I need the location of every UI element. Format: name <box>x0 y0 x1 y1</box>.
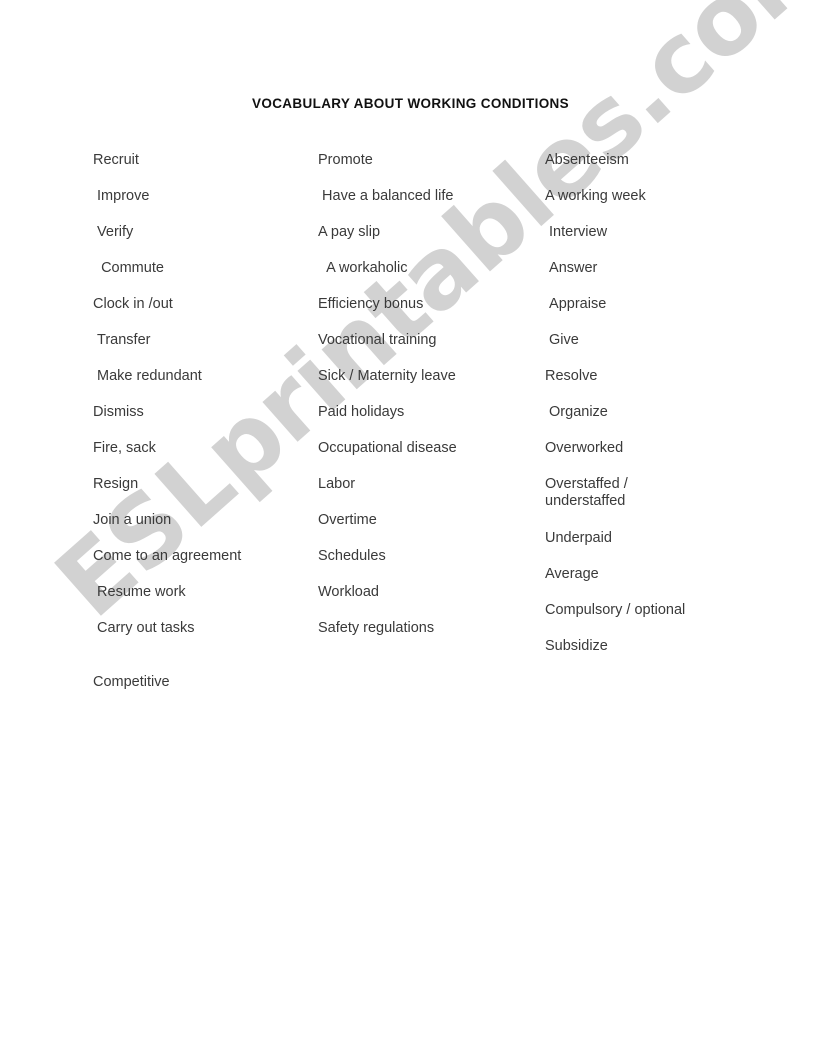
vocabulary-item: A pay slip <box>318 224 381 240</box>
vocabulary-item: Occupational disease <box>318 440 457 456</box>
vocabulary-column-1: Recruit Improve Verify Commute Clock in /… <box>93 152 308 710</box>
vocabulary-item: Resume work <box>93 584 186 600</box>
vocabulary-item: Join a union <box>93 512 172 528</box>
worksheet-page: ESLprintables.com VOCABULARY ABOUT WORKI… <box>0 0 821 1062</box>
vocabulary-item: Give <box>545 332 579 348</box>
vocabulary-item: Sick / Maternity leave <box>318 368 456 384</box>
vocabulary-column-2: Promote Have a balanced life A pay slip A… <box>318 152 533 656</box>
vocabulary-item: Recruit <box>93 152 139 168</box>
vocabulary-item: A working week <box>545 188 646 204</box>
vocabulary-item: Resolve <box>545 368 598 384</box>
vocabulary-item: Interview <box>545 224 608 240</box>
vocabulary-column-3: Absenteeism A working week Interview Answ… <box>545 152 745 674</box>
vocabulary-item: Vocational training <box>318 332 437 348</box>
vocabulary-item: Underpaid <box>545 530 612 546</box>
vocabulary-item: Competitive <box>93 674 170 690</box>
vocabulary-item: Transfer <box>93 332 151 348</box>
vocabulary-item: Carry out tasks <box>93 620 195 636</box>
vocabulary-item: Absenteeism <box>545 152 629 168</box>
vocabulary-item: Overstaffed / understaffed <box>545 476 628 509</box>
vocabulary-item: Safety regulations <box>318 620 435 636</box>
vocabulary-item: Labor <box>318 476 356 492</box>
vocabulary-item: Schedules <box>318 548 386 564</box>
page-title: VOCABULARY ABOUT WORKING CONDITIONS <box>252 96 569 111</box>
vocabulary-item: Organize <box>545 404 608 420</box>
vocabulary-item: Make redundant <box>93 368 202 384</box>
vocabulary-item: Verify <box>93 224 134 240</box>
vocabulary-item: Compulsory / optional <box>545 602 686 618</box>
vocabulary-item: Come to an agreement <box>93 548 242 564</box>
vocabulary-item: Appraise <box>545 296 607 312</box>
vocabulary-item: Promote <box>318 152 373 168</box>
vocabulary-item: Overworked <box>545 440 624 456</box>
vocabulary-item: Improve <box>93 188 150 204</box>
vocabulary-item: Dismiss <box>93 404 144 420</box>
vocabulary-item: Commute <box>93 260 164 276</box>
vocabulary-item: Clock in /out <box>93 296 173 312</box>
vocabulary-item: Resign <box>93 476 139 492</box>
vocabulary-item: Average <box>545 566 599 582</box>
vocabulary-item: Overtime <box>318 512 377 528</box>
vocabulary-item: Subsidize <box>545 638 608 654</box>
vocabulary-item: Answer <box>545 260 598 276</box>
vocabulary-item: Fire, sack <box>93 440 156 456</box>
vocabulary-item: A workaholic <box>318 260 408 276</box>
vocabulary-item: Efficiency bonus <box>318 296 424 312</box>
vocabulary-columns: Recruit Improve Verify Commute Clock in /… <box>0 0 821 1062</box>
vocabulary-item: Have a balanced life <box>318 188 454 204</box>
vocabulary-item: Workload <box>318 584 379 600</box>
vocabulary-item: Paid holidays <box>318 404 405 420</box>
